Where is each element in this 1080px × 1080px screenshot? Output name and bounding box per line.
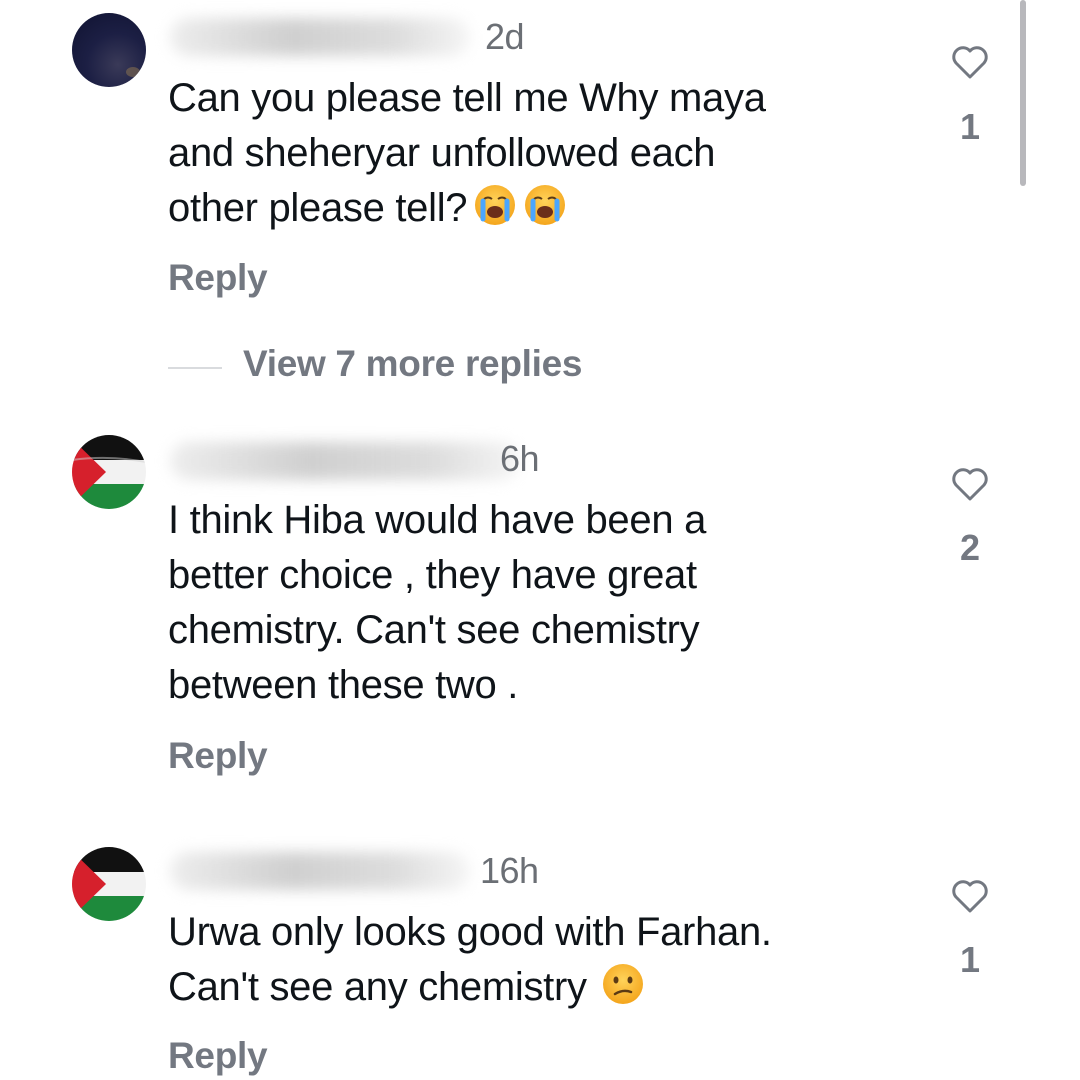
like-count: 2: [959, 527, 981, 568]
heart-icon[interactable]: [950, 464, 990, 504]
confused-face-icon: [602, 964, 643, 1004]
loudly-crying-face-icon: [475, 185, 516, 225]
avatar[interactable]: [72, 847, 146, 921]
username-redacted: [170, 852, 470, 890]
comment-text-content: Can you please tell me Why maya and sheh…: [168, 76, 766, 230]
reply-button[interactable]: Reply: [168, 735, 268, 777]
palestine-flag-icon: [72, 435, 146, 509]
comment-text-content: Urwa only looks good with Farhan. Can't …: [168, 910, 772, 1009]
palestine-flag-icon: [72, 847, 146, 921]
comment-timestamp: 16h: [480, 850, 539, 891]
view-more-replies-button[interactable]: View 7 more replies: [243, 343, 582, 385]
avatar[interactable]: [72, 13, 146, 87]
heart-icon[interactable]: [950, 876, 990, 916]
reply-button[interactable]: Reply: [168, 257, 268, 299]
loudly-crying-face-icon: [525, 185, 566, 225]
like-count: 1: [959, 939, 981, 980]
avatar[interactable]: [72, 435, 146, 509]
like-count: 1: [959, 106, 981, 147]
scrollbar[interactable]: [1020, 0, 1026, 186]
comment-timestamp: 6h: [500, 438, 540, 479]
reply-button[interactable]: Reply: [168, 1035, 268, 1077]
heart-icon[interactable]: [950, 42, 990, 82]
username-redacted: [170, 18, 470, 56]
comment-text: Can you please tell me Why maya and sheh…: [168, 71, 908, 236]
username-redacted: [170, 442, 520, 480]
thread-divider: [168, 367, 222, 369]
comment-text: Urwa only looks good with Farhan. Can't …: [168, 905, 908, 1015]
comment-timestamp: 2d: [485, 16, 525, 57]
comment-text: I think Hiba would have been a better ch…: [168, 498, 707, 707]
